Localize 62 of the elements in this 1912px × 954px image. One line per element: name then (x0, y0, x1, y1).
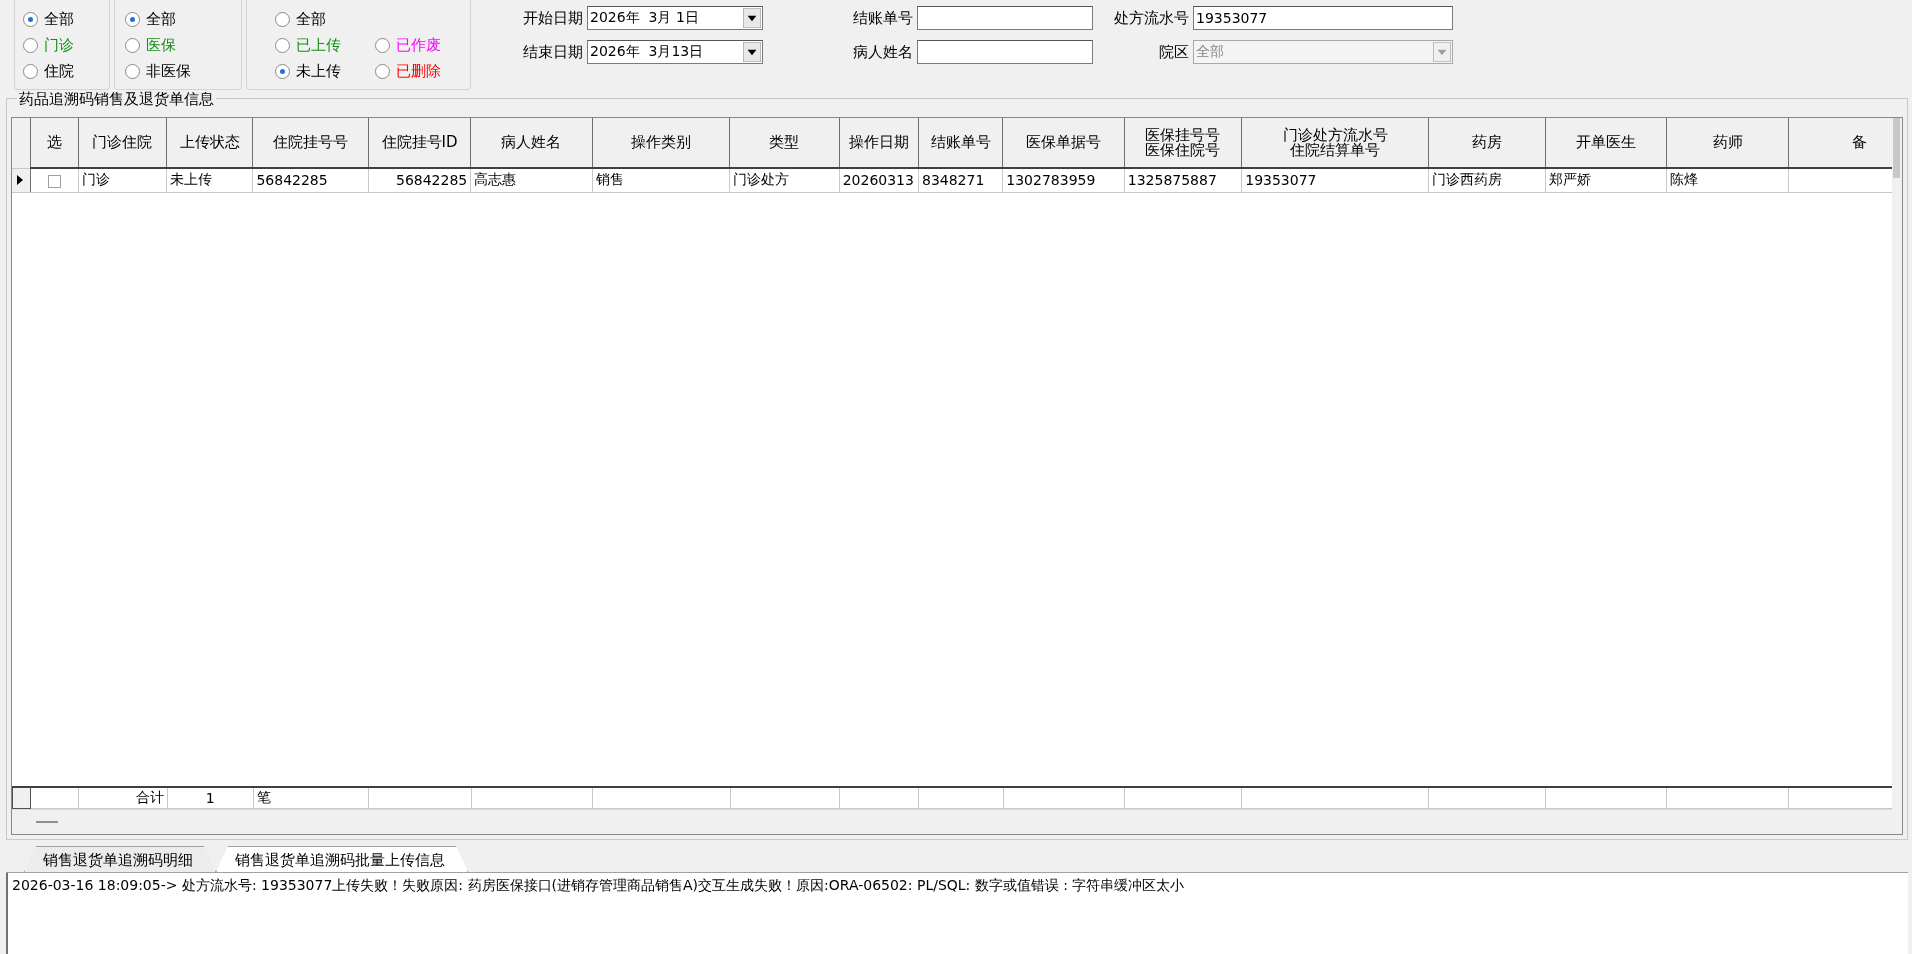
dropdown-field[interactable]: 2026年 3月 1日 (587, 6, 763, 30)
column-header[interactable]: 门诊住院 (78, 118, 167, 168)
table-cell: 19353077 (1245, 172, 1317, 189)
field-label: 院区 (1158, 42, 1189, 62)
input-field[interactable]: 19353077 (1193, 6, 1453, 30)
table-cell: 未上传 (170, 171, 213, 188)
log-message: 2026-03-16 18:09:05-> 处方流水号: 19353077上传失败！失败原因: 药房医保接口(进销存管理商品销售A)交互生成失败！原因:ORA-06502: PL/SQL: 数字或值错误 : 字符串缓冲区太小 (12, 877, 1186, 895)
table-cell: 门诊西药房 (1431, 171, 1502, 188)
summary-label: 合计 (135, 788, 164, 805)
summary-count: 1 (205, 789, 215, 806)
dropdown-field[interactable]: 2026年 3月13日 (587, 40, 763, 64)
field-label: 开始日期 (522, 8, 583, 28)
field-label: 结束日期 (522, 42, 583, 62)
column-header[interactable]: 医保挂号号 医保住院号 (1124, 118, 1242, 168)
field-label: 结账单号 (852, 8, 913, 28)
table-cell: 1325875887 (1127, 172, 1217, 189)
radio-option[interactable]: 未上传 (275, 58, 375, 84)
radio-option[interactable]: 全部 (125, 6, 231, 32)
dropdown-arrow-icon[interactable] (743, 8, 761, 28)
column-header[interactable]: 医保单据号 (1002, 118, 1125, 168)
column-header[interactable]: 药房 (1428, 118, 1546, 168)
dropdown-arrow-icon[interactable] (743, 42, 761, 62)
summary-unit: 笔 (256, 788, 271, 805)
column-header[interactable]: 结账单号 (918, 118, 1003, 168)
table-cell: 高志惠 (474, 171, 517, 188)
radio-option[interactable]: 全部 (275, 6, 475, 32)
table-cell: 门诊处方 (733, 171, 790, 188)
column-header[interactable]: 操作类别 (592, 118, 730, 168)
group-title: 药品追溯码销售及退货单信息 (17, 90, 216, 109)
table-cell: 郑严娇 (1549, 171, 1592, 188)
radio-option[interactable]: 已上传 (275, 32, 375, 58)
radio-option[interactable]: 全部 (23, 6, 99, 32)
column-header[interactable]: 药师 (1666, 118, 1789, 168)
table-cell: 20260313 (842, 172, 914, 189)
table-cell: 56842285 (256, 172, 328, 189)
radio-option[interactable]: 门诊 (23, 32, 99, 58)
checkbox[interactable] (47, 174, 61, 188)
table-cell: 销售 (595, 171, 624, 188)
radio-option[interactable]: 住院 (23, 58, 99, 84)
column-header[interactable]: 选 (30, 118, 79, 168)
column-header[interactable]: 住院挂号ID (368, 118, 471, 168)
input-field[interactable] (917, 40, 1093, 64)
table-cell: 1302783959 (1006, 172, 1096, 189)
tab[interactable]: 销售退货单追溯码批量上传信息 (216, 846, 468, 872)
field-label: 病人姓名 (852, 42, 913, 62)
tab[interactable]: 销售退货单追溯码明细 (24, 846, 216, 872)
radio-option[interactable]: 已删除 (375, 58, 475, 84)
radio-option[interactable]: 非医保 (125, 58, 231, 84)
column-header[interactable]: 门诊处方流水号 住院结算单号 (1241, 118, 1429, 168)
column-header[interactable]: 开单医生 (1545, 118, 1667, 168)
table-cell: 陈烽 (1669, 171, 1698, 188)
field-label: 处方流水号 (1113, 8, 1189, 28)
input-field[interactable] (917, 6, 1093, 30)
column-header[interactable]: 操作日期 (839, 118, 919, 168)
radio-option[interactable]: 医保 (125, 32, 231, 58)
table-cell: 8348271 (921, 172, 985, 189)
column-header[interactable]: 住院挂号号 (252, 118, 369, 168)
table-cell: 门诊 (81, 171, 110, 188)
column-header[interactable]: 类型 (729, 118, 840, 168)
column-header[interactable]: 病人姓名 (470, 118, 593, 168)
column-header[interactable]: 上传状态 (166, 118, 253, 168)
table-cell: 56842285 (396, 172, 468, 189)
